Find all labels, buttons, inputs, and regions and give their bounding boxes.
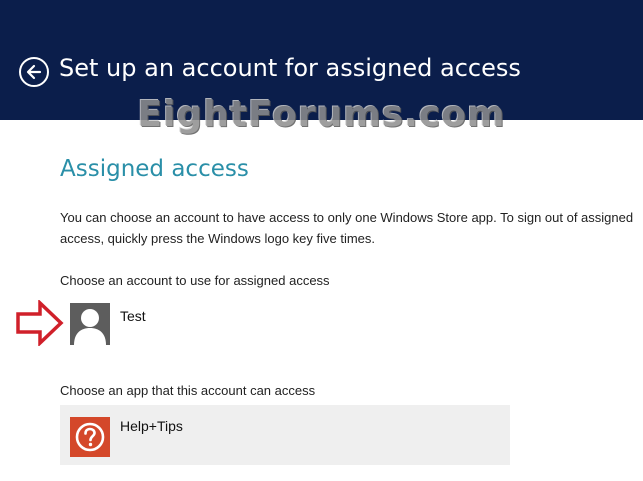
- user-avatar-icon: [70, 303, 110, 345]
- section-description: You can choose an account to have access…: [60, 210, 634, 246]
- page-title: Set up an account for assigned access: [59, 54, 521, 82]
- header-bar: Set up an account for assigned access: [0, 0, 643, 120]
- section-title: Assigned access: [60, 156, 249, 182]
- back-arrow-icon: [26, 64, 42, 80]
- help-tips-icon: [70, 417, 110, 457]
- app-tile-help-tips[interactable]: Help+Tips: [60, 405, 510, 465]
- app-label: Choose an app that this account can acce…: [60, 383, 316, 398]
- account-tile-test[interactable]: Test: [68, 303, 568, 347]
- account-label: Choose an account to use for assigned ac…: [60, 273, 330, 288]
- back-button[interactable]: [19, 57, 49, 87]
- account-name: Test: [120, 308, 146, 324]
- red-arrow-icon: [16, 300, 64, 346]
- app-name: Help+Tips: [120, 418, 183, 434]
